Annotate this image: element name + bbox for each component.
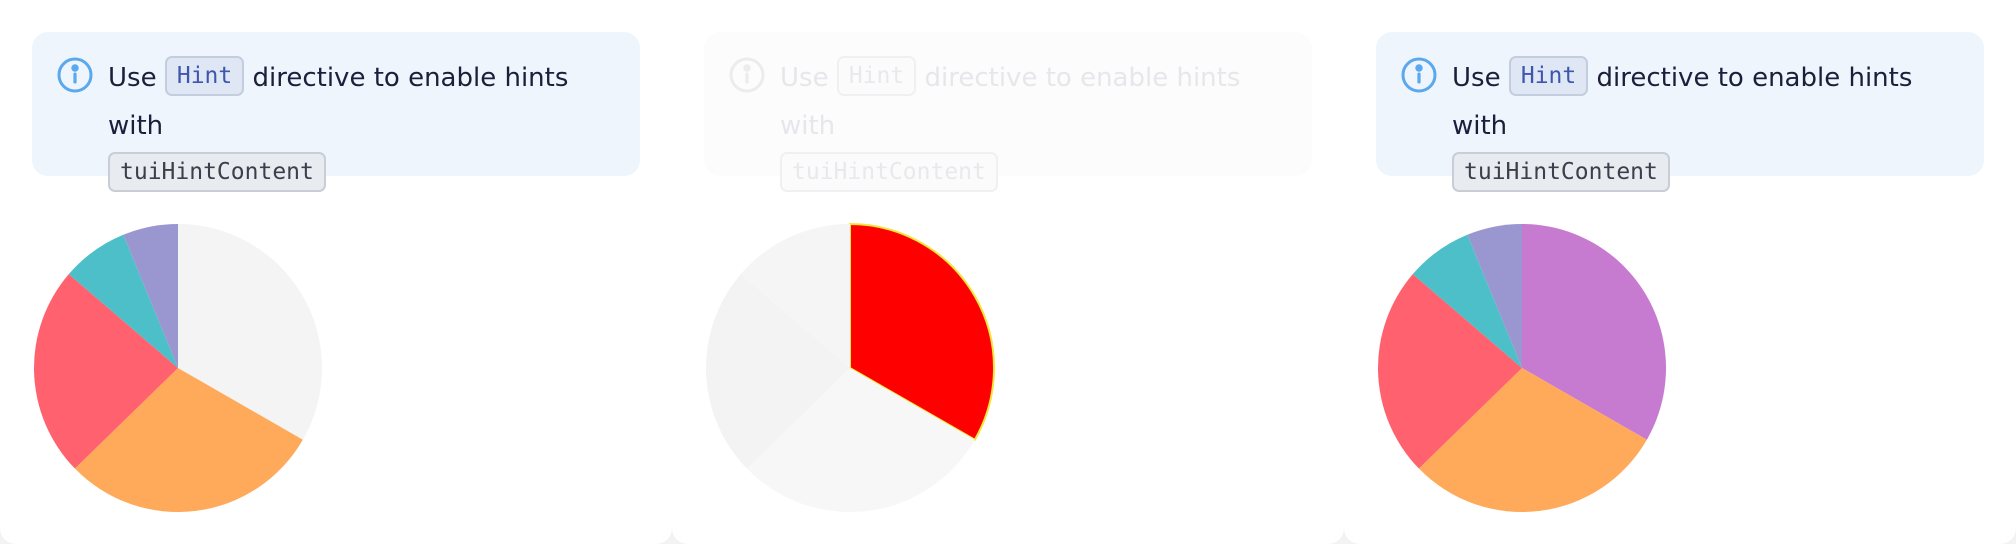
hint-content-code-badge: tuiHintContent xyxy=(108,151,326,192)
pie-chart-2[interactable] xyxy=(700,218,1000,518)
info-circle-icon xyxy=(729,57,765,93)
hint-notice: Use Hint directive to enable hints with … xyxy=(704,32,1312,192)
notice-prefix: Use xyxy=(108,63,157,93)
hint-content-code-badge: tuiHintContent xyxy=(780,151,998,192)
info-circle-icon xyxy=(1401,57,1437,93)
hint-code-badge: Hint xyxy=(1508,55,1589,96)
notice-prefix: Use xyxy=(1452,63,1501,93)
example-panel-1: Use Hint directive to enable hints with … xyxy=(0,0,672,544)
pie-chart-svg-2 xyxy=(706,222,995,512)
hint-code-badge: Hint xyxy=(836,55,917,96)
examples-stage: Use Hint directive to enable hints with … xyxy=(0,0,2016,544)
pie-chart-3[interactable] xyxy=(1372,218,1672,518)
notice-prefix: Use xyxy=(780,63,829,93)
hint-notice: Use Hint directive to enable hints with … xyxy=(32,32,640,192)
example-panel-3: Use Hint directive to enable hints with … xyxy=(1344,0,2016,544)
pie-chart-svg-3 xyxy=(1378,224,1666,512)
pie-chart-1[interactable] xyxy=(28,218,328,518)
hint-notice: Use Hint directive to enable hints with … xyxy=(1376,32,1984,192)
info-circle-icon xyxy=(57,57,93,93)
pie-chart-svg-1 xyxy=(34,224,323,512)
hint-code-badge: Hint xyxy=(164,55,245,96)
hint-content-code-badge: tuiHintContent xyxy=(1452,151,1670,192)
example-panel-2: Use Hint directive to enable hints with … xyxy=(672,0,1344,544)
